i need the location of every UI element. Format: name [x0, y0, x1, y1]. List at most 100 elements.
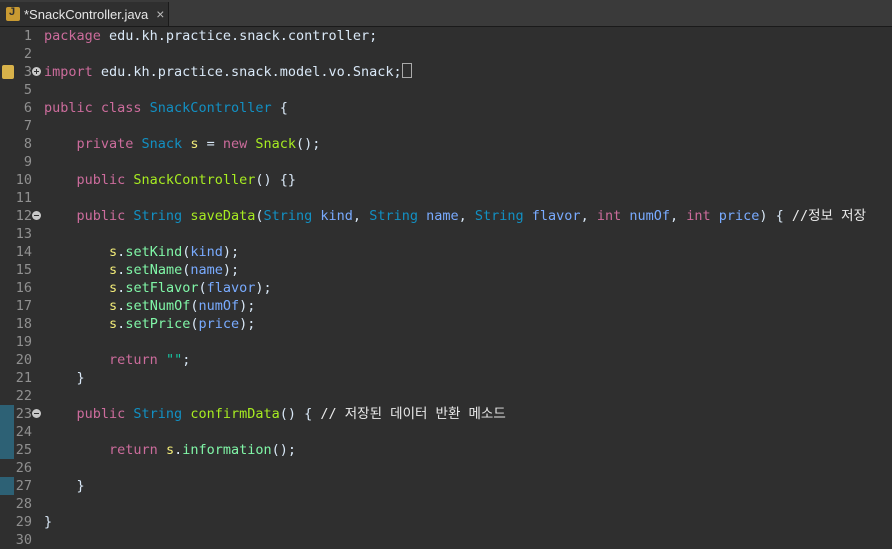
code-token: ,	[458, 208, 475, 224]
code-text: }	[44, 477, 85, 495]
code-line[interactable]: 5	[0, 81, 892, 99]
code-token: );	[239, 316, 256, 332]
code-token: String	[133, 406, 191, 422]
code-line[interactable]: 14 s.setKind(kind);	[0, 243, 892, 261]
line-number: 16	[15, 280, 32, 296]
collapse-fold-icon[interactable]	[32, 211, 41, 220]
code-line[interactable]: 17 s.setNumOf(numOf);	[0, 297, 892, 315]
code-text: public class SnackController {	[44, 99, 288, 117]
code-token: saveData	[190, 208, 256, 224]
code-token: .	[174, 442, 183, 458]
collapse-fold-icon[interactable]	[32, 409, 41, 418]
code-line[interactable]: 22	[0, 387, 892, 405]
code-line[interactable]: 30	[0, 531, 892, 549]
code-token: flavor	[206, 280, 256, 296]
line-number: 12	[15, 208, 32, 224]
code-token: (	[198, 280, 207, 296]
code-line[interactable]: 6 public class SnackController {	[0, 99, 892, 117]
code-token: s	[109, 280, 118, 296]
code-token: edu.kh.practice.snack.model.vo.Snack;	[92, 64, 402, 80]
code-line[interactable]: 15 s.setName(name);	[0, 261, 892, 279]
code-text: package edu.kh.practice.snack.controller…	[44, 27, 377, 45]
code-line[interactable]: 27 }	[0, 477, 892, 495]
line-number: 22	[15, 388, 32, 404]
code-editor[interactable]: 1 package edu.kh.practice.snack.controlle…	[0, 27, 892, 548]
code-line[interactable]: 13	[0, 225, 892, 243]
code-token: price	[718, 208, 760, 224]
code-token: private	[76, 136, 142, 152]
code-token: ,	[580, 208, 597, 224]
line-number: 28	[15, 496, 32, 512]
line-number: 1	[23, 28, 32, 44]
code-line[interactable]: 18 s.setPrice(price);	[0, 315, 892, 333]
code-token: return	[109, 352, 166, 368]
code-token: setNumOf	[125, 298, 191, 314]
expand-fold-icon[interactable]	[32, 67, 41, 76]
code-token: );	[255, 280, 272, 296]
code-line[interactable]: 20 return "";	[0, 351, 892, 369]
code-line[interactable]: 19	[0, 333, 892, 351]
code-text: s.setName(name);	[44, 261, 239, 279]
code-text: private Snack s = new Snack();	[44, 135, 321, 153]
code-token: kind	[320, 208, 353, 224]
code-line[interactable]: 21 }	[0, 369, 892, 387]
line-number: 13	[15, 226, 32, 242]
code-token: import	[44, 64, 93, 80]
close-icon[interactable]: ×	[156, 7, 164, 21]
code-token: setPrice	[125, 316, 191, 332]
code-text: s.setFlavor(flavor);	[44, 279, 272, 297]
code-token: return	[109, 442, 166, 458]
code-text: return s.information();	[44, 441, 296, 459]
code-token: () {}	[255, 172, 296, 188]
code-line[interactable]: 2	[0, 45, 892, 63]
code-line[interactable]: 7	[0, 117, 892, 135]
code-line[interactable]: 26	[0, 459, 892, 477]
code-text: import edu.kh.practice.snack.model.vo.Sn…	[44, 63, 412, 81]
code-token: SnackController	[149, 100, 272, 116]
code-token: name	[426, 208, 459, 224]
line-number: 29	[15, 514, 32, 530]
code-line[interactable]: 23 public String confirmData() { // 저장된 …	[0, 405, 892, 423]
code-token: ) {	[759, 208, 792, 224]
code-text: s.setKind(kind);	[44, 243, 239, 261]
code-line[interactable]: 29}	[0, 513, 892, 531]
code-line[interactable]: 11	[0, 189, 892, 207]
code-line[interactable]: 28	[0, 495, 892, 513]
code-line[interactable]: 3 import edu.kh.practice.snack.model.vo.S…	[0, 63, 892, 81]
line-number: 26	[15, 460, 32, 476]
code-token: public class	[44, 100, 150, 116]
code-line[interactable]: 10 public SnackController() {}	[0, 171, 892, 189]
code-token: setKind	[125, 244, 183, 260]
code-token: String	[133, 208, 191, 224]
code-line[interactable]: 12 public String saveData(String kind, S…	[0, 207, 892, 225]
code-token: s	[109, 262, 118, 278]
code-line[interactable]: 1 package edu.kh.practice.snack.controlle…	[0, 27, 892, 45]
code-token: s	[109, 316, 118, 332]
code-line[interactable]: 8 private Snack s = new Snack();	[0, 135, 892, 153]
line-number: 11	[15, 190, 32, 206]
line-number: 3	[23, 64, 32, 80]
code-line[interactable]: 24	[0, 423, 892, 441]
code-token: new	[222, 136, 256, 152]
line-number: 17	[15, 298, 32, 314]
line-number: 20	[15, 352, 32, 368]
line-number: 7	[23, 118, 32, 134]
code-token: {	[271, 100, 288, 116]
code-line[interactable]: 9	[0, 153, 892, 171]
code-token: int	[596, 208, 630, 224]
code-line[interactable]: 25 return s.information();	[0, 441, 892, 459]
code-token: ,	[669, 208, 687, 224]
code-line[interactable]: 16 s.setFlavor(flavor);	[0, 279, 892, 297]
line-number: 30	[15, 532, 32, 548]
code-token: }	[44, 478, 85, 494]
editor-tab-snackcontroller[interactable]: *SnackController.java ×	[0, 2, 169, 26]
folded-imports-icon[interactable]	[401, 63, 412, 78]
tab-title: *SnackController.java	[24, 6, 149, 22]
line-number: 19	[15, 334, 32, 350]
code-token: String	[369, 208, 427, 224]
line-number: 6	[23, 100, 32, 116]
